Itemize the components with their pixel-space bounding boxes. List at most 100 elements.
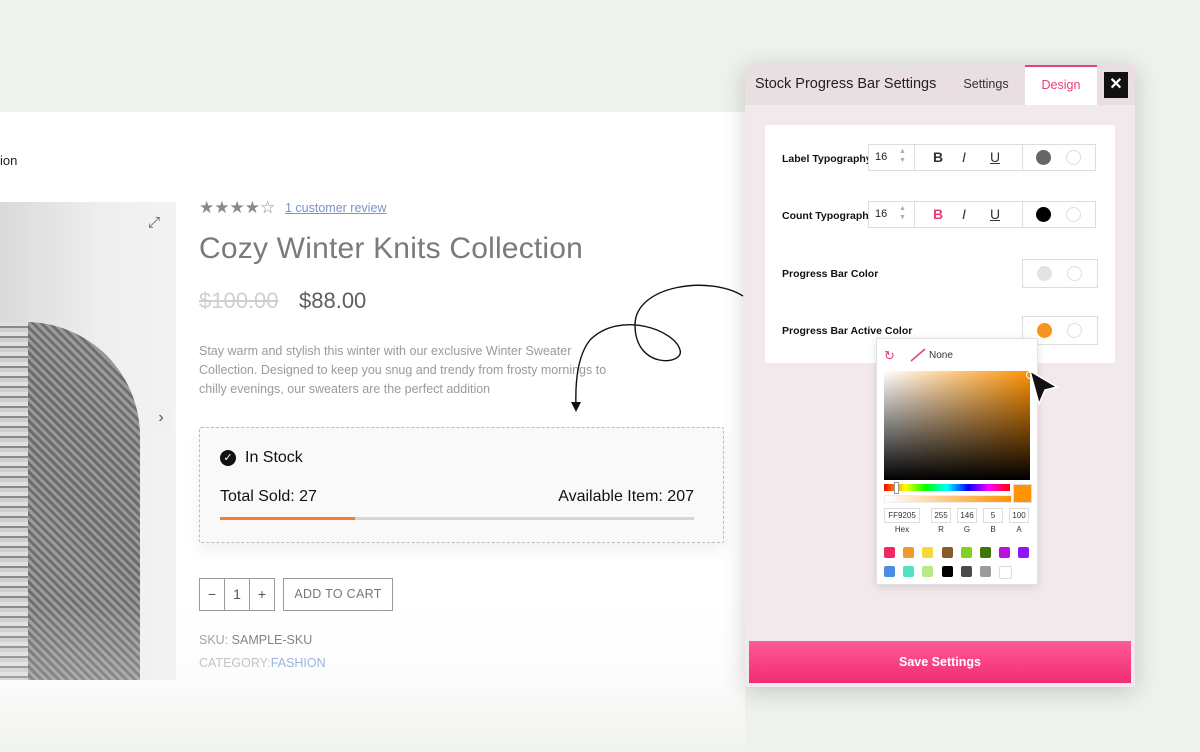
alpha-slider[interactable] xyxy=(884,495,1012,503)
preset-swatch[interactable] xyxy=(941,566,953,577)
qty-minus-button[interactable]: − xyxy=(200,579,224,610)
preset-swatch[interactable] xyxy=(980,547,991,558)
stock-progress-track xyxy=(220,517,694,520)
hex-label: Hex xyxy=(894,525,910,534)
preset-swatch[interactable] xyxy=(999,547,1011,558)
price-new: $88.00 xyxy=(299,288,367,313)
quantity-stepper: − 1 + xyxy=(199,578,275,611)
r-label: R xyxy=(938,525,944,534)
a-label: A xyxy=(1016,525,1022,534)
close-button[interactable]: ✕ xyxy=(1104,72,1128,98)
progress-bar-color-label: Progress Bar Color xyxy=(782,268,879,280)
available-items: Available Item: 207 xyxy=(558,488,694,505)
label-font-size-spinner[interactable]: ▲ ▼ xyxy=(899,147,906,165)
color-picker: ↻ None FF9205 255 146 5 100 Hex R G B A xyxy=(876,338,1038,585)
preset-swatch[interactable] xyxy=(960,566,972,577)
count-italic-button[interactable]: I xyxy=(962,206,966,222)
product-title: Cozy Winter Knits Collection xyxy=(199,232,584,265)
progress-bar-active-alt-swatch[interactable] xyxy=(1067,323,1082,338)
category-line: CATEGORY:FASHION xyxy=(199,656,326,670)
label-color-swatch[interactable] xyxy=(1036,150,1051,165)
r-input[interactable]: 255 xyxy=(931,508,951,523)
preset-swatch[interactable] xyxy=(999,566,1013,579)
total-sold: Total Sold: 27 xyxy=(220,488,317,505)
panel-title: Stock Progress Bar Settings xyxy=(755,76,937,92)
sku-value: SAMPLE-SKU xyxy=(231,633,313,647)
rating-stars: ★★★★☆ xyxy=(199,198,276,217)
count-bold-button[interactable]: B xyxy=(933,206,943,222)
design-settings-card: Label Typography 16 ▲ ▼ B I U Count Typog… xyxy=(765,125,1115,363)
price-old: $100.00 xyxy=(199,288,279,313)
progress-bar-active-color-label: Progress Bar Active Color xyxy=(782,325,913,337)
count-font-size-input[interactable]: 16 xyxy=(875,208,887,220)
category-label: CATEGORY: xyxy=(199,656,271,670)
label-bg-swatch[interactable] xyxy=(1066,150,1081,165)
check-circle-icon: ✓ xyxy=(220,450,236,466)
none-label[interactable]: None xyxy=(929,350,953,361)
count-color-swatch[interactable] xyxy=(1036,207,1051,222)
preset-swatch[interactable] xyxy=(980,566,991,577)
count-typography-label: Count Typography xyxy=(782,210,875,222)
preset-swatch[interactable] xyxy=(903,547,915,558)
preset-swatch[interactable] xyxy=(903,566,915,577)
tab-design[interactable]: Design xyxy=(1025,65,1097,105)
sku-line: SKU: SAMPLE-SKU xyxy=(199,633,312,647)
category-link[interactable]: FASHION xyxy=(271,656,326,670)
label-underline-button[interactable]: U xyxy=(990,149,1000,165)
divider xyxy=(914,145,915,170)
preset-swatch[interactable] xyxy=(922,547,934,558)
nav-item-fragment[interactable]: ion xyxy=(0,153,17,168)
cursor-icon xyxy=(1028,369,1059,407)
stock-status: In Stock xyxy=(245,449,303,466)
b-input[interactable]: 5 xyxy=(983,508,1003,523)
preset-swatch[interactable] xyxy=(1018,547,1030,558)
preset-swatch[interactable] xyxy=(884,566,895,577)
count-typography-control: 16 ▲ ▼ B I U xyxy=(868,201,1096,228)
label-typography-label: Label Typography xyxy=(782,153,872,165)
preset-swatch[interactable] xyxy=(922,566,934,577)
tab-settings[interactable]: Settings xyxy=(950,65,1022,105)
preset-swatch[interactable] xyxy=(884,547,895,558)
divider xyxy=(1022,145,1023,170)
label-bold-button[interactable]: B xyxy=(933,149,943,165)
reset-icon[interactable]: ↻ xyxy=(884,348,895,364)
chevron-right-icon[interactable]: › xyxy=(150,405,172,431)
hue-handle[interactable] xyxy=(894,482,899,494)
sku-label: SKU: xyxy=(199,633,229,647)
progress-bar-color-swatch[interactable] xyxy=(1037,266,1052,281)
count-bg-swatch[interactable] xyxy=(1066,207,1081,222)
scarf-illustration xyxy=(0,322,28,680)
g-input[interactable]: 146 xyxy=(957,508,977,523)
label-font-size-input[interactable]: 16 xyxy=(875,151,887,163)
g-label: G xyxy=(963,525,971,534)
hue-slider[interactable] xyxy=(884,482,1010,494)
progress-bar-color-control xyxy=(1022,259,1098,288)
qty-plus-button[interactable]: + xyxy=(250,579,274,610)
progress-bar-alt-swatch[interactable] xyxy=(1067,266,1082,281)
curved-arrow-icon xyxy=(571,284,744,412)
count-underline-button[interactable]: U xyxy=(990,206,1000,222)
product-image xyxy=(0,202,176,680)
stock-progress-box xyxy=(199,427,724,543)
preset-swatch[interactable] xyxy=(960,547,972,558)
a-input[interactable]: 100 xyxy=(1009,508,1029,523)
b-label: B xyxy=(990,525,996,534)
save-settings-button[interactable]: Save Settings xyxy=(749,641,1131,683)
label-typography-control: 16 ▲ ▼ B I U xyxy=(868,144,1096,171)
divider xyxy=(914,202,915,227)
label-italic-button[interactable]: I xyxy=(962,149,966,165)
preset-swatch[interactable] xyxy=(941,547,953,558)
color-preview xyxy=(1013,484,1032,503)
settings-panel: Stock Progress Bar Settings Settings Des… xyxy=(745,65,1135,687)
hex-input[interactable]: FF9205 xyxy=(884,508,920,523)
review-link[interactable]: 1 customer review xyxy=(285,201,386,215)
expand-icon[interactable]: ⤢ xyxy=(145,214,163,232)
progress-bar-active-color-swatch[interactable] xyxy=(1037,323,1052,338)
qty-input[interactable]: 1 xyxy=(224,579,250,610)
stock-progress-fill xyxy=(220,517,356,520)
divider xyxy=(1022,202,1023,227)
saturation-value-area[interactable] xyxy=(884,371,1034,480)
no-color-icon[interactable] xyxy=(910,348,926,362)
count-font-size-spinner[interactable]: ▲ ▼ xyxy=(899,204,906,222)
add-to-cart-button[interactable]: ADD TO CART xyxy=(283,578,393,611)
